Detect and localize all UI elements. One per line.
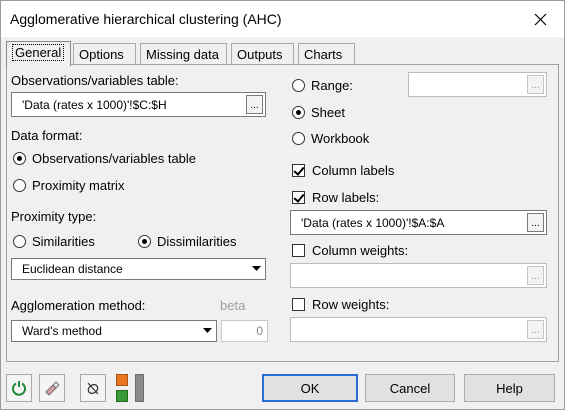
distance-select[interactable]: Euclidean distance — [11, 258, 266, 280]
reset-icon — [12, 381, 26, 396]
column-weights-field[interactable]: ... — [290, 263, 547, 288]
row-weights-browse-button[interactable]: ... — [527, 320, 544, 339]
close-button[interactable] — [518, 1, 562, 37]
obs-table-browse-button[interactable]: ... — [246, 95, 263, 114]
checkbox-label: Column labels — [312, 163, 395, 178]
checkbox-column-weights[interactable]: Column weights: — [292, 243, 408, 258]
range-browse-button[interactable]: ... — [527, 75, 544, 94]
cancel-label: Cancel — [389, 380, 431, 396]
radio-label: Dissimilarities — [157, 234, 237, 249]
radio-label: Range: — [311, 78, 353, 93]
tab-missing-data[interactable]: Missing data — [140, 43, 227, 65]
reset-button[interactable] — [6, 374, 32, 402]
checkbox-box — [292, 244, 305, 257]
radio-label: Similarities — [32, 234, 95, 249]
row-labels-value: 'Data (rates x 1000)'!$A:$A — [301, 215, 445, 230]
obs-table-value: 'Data (rates x 1000)'!$C:$H — [22, 97, 167, 112]
chevron-down-icon — [247, 260, 264, 278]
radio-label: Workbook — [311, 131, 370, 146]
beta-label: beta — [220, 298, 246, 313]
tab-general[interactable]: General — [6, 41, 71, 66]
distance-value: Euclidean distance — [22, 262, 123, 276]
radio-dot — [292, 132, 305, 145]
checkbox-label: Row weights: — [312, 297, 390, 312]
agglomeration-method-label: Agglomeration method: — [11, 298, 146, 313]
checkbox-box — [292, 164, 305, 177]
title-bar: Agglomerative hierarchical clustering (A… — [1, 1, 564, 37]
radio-label: Sheet — [311, 105, 345, 120]
radio-workbook[interactable]: Workbook — [292, 131, 369, 146]
close-icon — [534, 13, 546, 25]
ok-button[interactable]: OK — [262, 374, 358, 402]
hide-dialog-button[interactable] — [80, 374, 106, 402]
eraser-icon — [45, 381, 60, 396]
row-labels-field[interactable]: 'Data (rates x 1000)'!$A:$A ... — [290, 210, 547, 235]
row-weights-field[interactable]: ... — [290, 317, 547, 342]
help-label: Help — [496, 380, 523, 396]
tab-options[interactable]: Options — [73, 43, 136, 65]
color-options-icon — [113, 372, 151, 404]
general-panel: Observations/variables table: 'Data (rat… — [6, 64, 559, 362]
radio-dot — [138, 235, 151, 248]
data-format-label: Data format: — [11, 128, 83, 143]
hide-dialog-icon — [87, 382, 99, 395]
agglomeration-method-select[interactable]: Ward's method — [11, 320, 217, 342]
tab-charts[interactable]: Charts — [298, 43, 355, 65]
help-button[interactable]: Help — [464, 374, 555, 402]
cancel-button[interactable]: Cancel — [365, 374, 455, 402]
beta-value: 0 — [256, 324, 263, 338]
window-title: Agglomerative hierarchical clustering (A… — [10, 11, 282, 27]
tab-label: Options — [79, 47, 124, 62]
radio-dot — [292, 79, 305, 92]
color-options-button[interactable] — [113, 372, 151, 404]
dialog-window: Agglomerative hierarchical clustering (A… — [0, 0, 565, 410]
checkbox-row-weights[interactable]: Row weights: — [292, 297, 389, 312]
tab-label: General — [12, 44, 65, 61]
radio-range[interactable]: Range: — [292, 78, 353, 93]
radio-label: Observations/variables table — [32, 151, 197, 166]
tab-label: Outputs — [237, 47, 283, 62]
radio-dot — [292, 106, 305, 119]
clear-button[interactable] — [39, 374, 65, 402]
checkbox-label: Column weights: — [312, 243, 409, 258]
proximity-type-label: Proximity type: — [11, 209, 97, 224]
radio-proximity-matrix[interactable]: Proximity matrix — [13, 178, 124, 193]
chevron-down-icon — [198, 322, 215, 340]
checkbox-row-labels[interactable]: Row labels: — [292, 190, 379, 205]
radio-dot — [13, 152, 26, 165]
checkbox-column-labels[interactable]: Column labels — [292, 163, 394, 178]
agglomeration-method-value: Ward's method — [22, 324, 102, 338]
checkbox-box — [292, 191, 305, 204]
obs-table-field[interactable]: 'Data (rates x 1000)'!$C:$H ... — [11, 92, 266, 117]
beta-input[interactable]: 0 — [221, 320, 268, 342]
tab-outputs[interactable]: Outputs — [231, 43, 294, 65]
ok-label: OK — [300, 380, 320, 396]
radio-dissimilarities[interactable]: Dissimilarities — [138, 234, 236, 249]
radio-obs-variables-table[interactable]: Observations/variables table — [13, 151, 196, 166]
tab-label: Missing data — [146, 47, 219, 62]
button-bar: OK Cancel Help — [1, 366, 564, 410]
checkbox-box — [292, 298, 305, 311]
radio-label: Proximity matrix — [32, 178, 125, 193]
radio-sheet[interactable]: Sheet — [292, 105, 345, 120]
obs-table-label: Observations/variables table: — [11, 73, 179, 88]
radio-dot — [13, 179, 26, 192]
column-weights-browse-button[interactable]: ... — [527, 266, 544, 285]
checkbox-label: Row labels: — [312, 190, 380, 205]
radio-dot — [13, 235, 26, 248]
row-labels-browse-button[interactable]: ... — [527, 213, 544, 232]
tab-label: Charts — [304, 47, 343, 62]
range-field[interactable]: ... — [408, 72, 547, 97]
radio-similarities[interactable]: Similarities — [13, 234, 95, 249]
